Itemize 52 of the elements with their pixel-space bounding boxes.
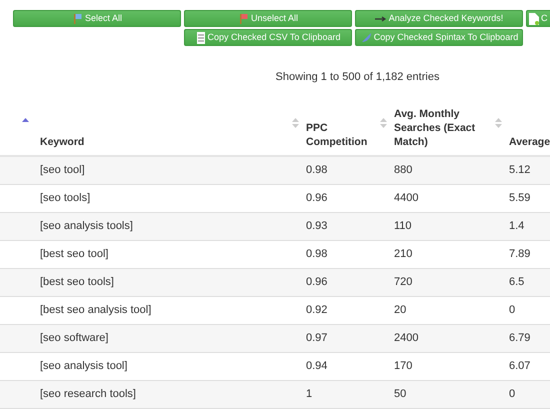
table-cell: 0.96 — [306, 276, 328, 288]
feather-icon — [360, 32, 372, 44]
table-cell: 110 — [394, 220, 412, 232]
entries-info: Showing 1 to 500 of 1,182 entries — [274, 70, 440, 84]
table-cell: 0.98 — [306, 248, 328, 260]
table-cell: 6.07 — [509, 360, 530, 372]
arrow-icon — [374, 16, 387, 22]
table-cell: 5.12 — [509, 164, 530, 176]
table-cell: 880 — [394, 164, 412, 176]
table-cell: [seo analysis tool] — [40, 360, 128, 372]
toolbar-button[interactable]: Select All — [13, 10, 181, 27]
table-cell: 0.92 — [306, 304, 328, 316]
toolbar-button[interactable]: C — [526, 10, 550, 27]
table-cell: 5.59 — [509, 192, 530, 204]
table-cell: 1.4 — [509, 220, 524, 232]
table-cell: 0.96 — [306, 192, 328, 204]
table-cell: 0.97 — [306, 332, 328, 344]
table-cell: 50 — [394, 388, 406, 400]
table-cell: 210 — [394, 248, 412, 260]
toolbar-button[interactable]: Unselect All — [184, 10, 352, 27]
table-cell: 0.93 — [306, 220, 328, 232]
table-cell: [seo tool] — [40, 164, 85, 176]
flag-icon — [238, 13, 249, 24]
table-cell: 0 — [509, 304, 516, 316]
toolbar-button[interactable]: Copy Checked CSV To Clipboard — [184, 29, 352, 46]
table-cell: 7.89 — [509, 248, 530, 260]
table-cell: [seo research tools] — [40, 388, 136, 400]
table-cell: 0.98 — [306, 164, 328, 176]
table-cell: 170 — [394, 360, 412, 372]
table-cell: 720 — [394, 276, 412, 288]
table-cell: [seo software] — [40, 332, 108, 344]
table-cell: 20 — [394, 304, 406, 316]
column-header[interactable]: Keyword — [40, 135, 288, 149]
table-cell: 6.79 — [509, 332, 530, 344]
table-cell: 0.94 — [306, 360, 328, 372]
table-cell: [best seo analysis tool] — [40, 304, 152, 316]
flag-icon — [72, 13, 83, 24]
column-header[interactable]: PPC Competition — [306, 121, 376, 149]
table-cell: [best seo tools] — [40, 276, 114, 288]
toolbar-button[interactable]: Analyze Checked Keywords! — [355, 10, 523, 27]
table-cell: [seo analysis tools] — [40, 220, 133, 232]
table-cell: 2400 — [394, 332, 418, 344]
document-icon — [529, 12, 539, 24]
table-cell: 0 — [509, 388, 516, 400]
table-cell: 1 — [306, 388, 312, 400]
table-cell: [seo tools] — [40, 192, 90, 204]
table-cell: 6.5 — [509, 276, 524, 288]
toolbar-button[interactable]: Copy Checked Spintax To Clipboard — [355, 29, 523, 46]
table-cell: 4400 — [394, 192, 418, 204]
document-icon — [196, 32, 206, 44]
column-header[interactable]: Avg. Monthly Searches (Exact Match) — [394, 107, 491, 149]
table-cell: [best seo tool] — [40, 248, 108, 260]
